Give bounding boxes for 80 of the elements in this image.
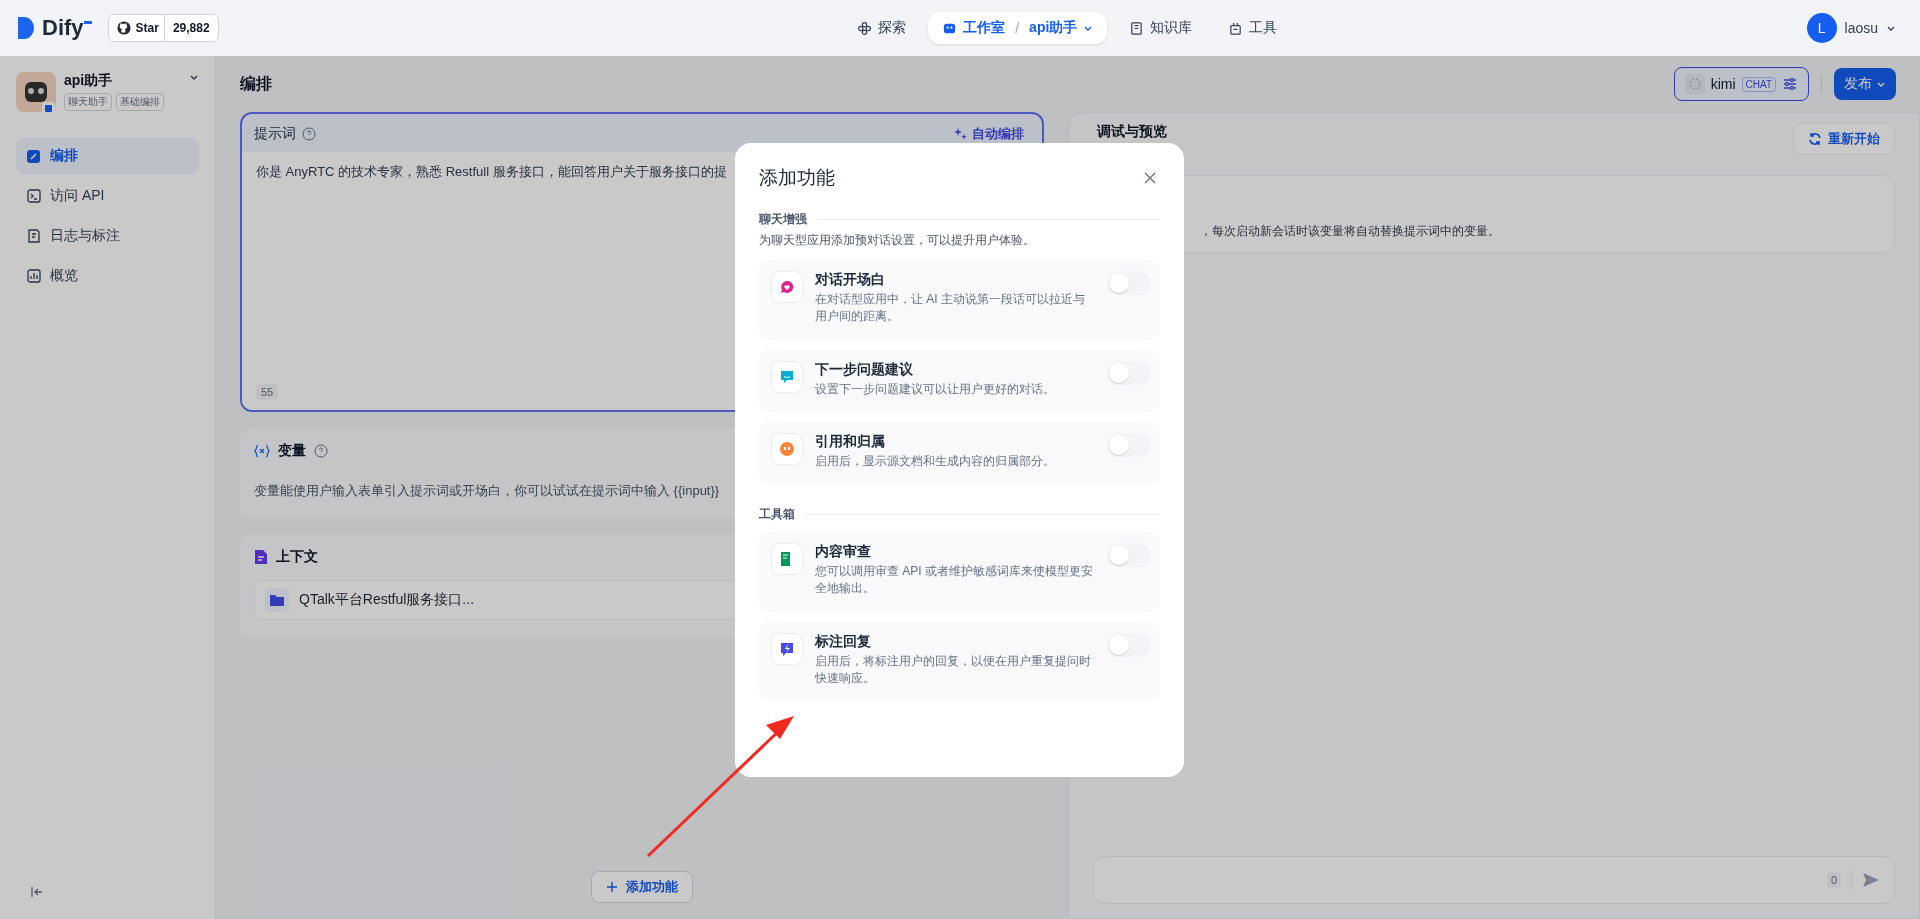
variable-icon <box>254 444 270 458</box>
mode-badge: CHAT <box>1741 76 1776 92</box>
feature-toggle[interactable] <box>1107 360 1151 385</box>
sidebar-item[interactable]: 日志与标注 <box>16 218 199 254</box>
section-description: 为聊天型应用添加预对话设置，可以提升用户体验。 <box>759 232 1036 249</box>
app-tag: 基础编排 <box>116 93 164 111</box>
logo-text: Dify <box>42 15 84 41</box>
explore-icon <box>857 20 873 36</box>
add-feature-button[interactable]: 添加功能 <box>591 871 693 903</box>
github-star-button[interactable]: Star 29,882 <box>107 14 219 42</box>
sidebar-item[interactable]: 访问 API <box>16 178 199 214</box>
send-icon[interactable] <box>1862 871 1880 889</box>
feature-toggle[interactable] <box>1107 271 1151 295</box>
document-icon <box>26 228 42 244</box>
feature-toggle[interactable] <box>1107 433 1151 458</box>
feature-icon <box>771 632 803 665</box>
toolbox-icon <box>1228 20 1244 36</box>
prompt-title: 提示词 <box>254 125 296 143</box>
dialog-title: 添加功能 <box>759 166 835 190</box>
prompt-text[interactable]: 你是 AnyRTC 的技术专家，熟悉 Restfull 服务接口，能回答用户关于服务接口的提 <box>256 162 727 182</box>
folder-icon <box>265 588 289 612</box>
feature-icon <box>771 543 803 576</box>
nav-tab[interactable]: 工作室 / api助手 <box>928 12 1108 44</box>
character-count: 0 <box>1826 872 1841 888</box>
book-icon <box>1129 20 1145 36</box>
help-icon <box>302 127 316 141</box>
close-icon[interactable] <box>1144 172 1156 184</box>
nav-tab[interactable]: 知识库 <box>1115 12 1207 44</box>
restart-button[interactable]: 重新开始 <box>1793 123 1895 155</box>
feature-description: 启用后，将标注用户的回复，以便在用户重复提问时快速响应。 <box>815 652 1092 687</box>
feature-description: 启用后，显示源文档和生成内容的归属部分。 <box>815 453 1056 471</box>
collapse-icon[interactable] <box>30 885 44 899</box>
model-icon <box>1684 74 1705 94</box>
help-icon <box>314 444 328 458</box>
feature-title: 对话开场白 <box>815 271 886 289</box>
star-label: Star <box>135 21 159 35</box>
model-selector[interactable]: kimi CHAT <box>1673 67 1809 101</box>
sidebar-item[interactable]: 编排 <box>16 138 199 174</box>
section-title: 聊天增强 <box>759 211 807 228</box>
feature-title: 标注回复 <box>815 632 872 651</box>
document-icon <box>254 549 268 565</box>
feature-icon <box>771 360 803 393</box>
github-icon <box>116 21 131 35</box>
sparkle-icon <box>954 127 968 141</box>
edit-icon <box>26 148 42 164</box>
variables-description: 变量能使用户输入表单引入提示词或开场白，你可以试试在提示词中输入 {{input}} <box>254 482 721 500</box>
context-title: 上下文 <box>276 548 318 566</box>
feature-toggle[interactable] <box>1107 543 1151 568</box>
app-tag: 聊天助手 <box>64 93 112 111</box>
feature-icon <box>771 271 803 303</box>
user-name[interactable]: laosu <box>1844 20 1878 36</box>
star-count: 29,882 <box>163 15 218 41</box>
section-title: 工具箱 <box>759 506 795 524</box>
chat-input-field[interactable]: 0 <box>1093 856 1895 904</box>
app-name[interactable]: api助手 <box>64 72 181 90</box>
user-avatar[interactable]: L <box>1806 13 1837 43</box>
feature-toggle[interactable] <box>1107 632 1151 657</box>
plus-icon <box>606 881 618 893</box>
feature-icon <box>771 433 803 466</box>
feature-description: 在对话型应用中，让 AI 主动说第一段话可以拉近与用户间的距离。 <box>815 291 1086 325</box>
feature-title: 下一步问题建议 <box>815 360 914 379</box>
nav-tab[interactable]: 工具 <box>1214 12 1292 44</box>
page-title: 编排 <box>240 73 273 94</box>
refresh-icon <box>1808 132 1822 146</box>
auto-arrange-button[interactable]: 自动编排 <box>948 124 1030 144</box>
character-count: 55 <box>256 384 279 400</box>
feature-title: 内容审查 <box>815 543 872 562</box>
feature-description: 设置下一步问题建议可以让用户更好的对话。 <box>815 380 1056 398</box>
nav-tab[interactable]: 探索 <box>843 12 921 44</box>
feature-description: 您可以调用审查 API 或者维护敏感词库来使模型更安全地输出。 <box>815 563 1094 597</box>
variables-note: ，每次启动新会话时该变量将自动替换提示词中的变量。 <box>1200 223 1500 240</box>
feature-title: 引用和归属 <box>815 433 886 452</box>
logo-icon <box>18 17 34 39</box>
sliders-icon <box>1782 76 1798 92</box>
debug-title: 调试与预览 <box>1097 123 1167 141</box>
publish-button[interactable]: 发布 <box>1834 68 1896 100</box>
chart-icon <box>26 268 42 284</box>
sidebar-item[interactable]: 概览 <box>16 258 199 294</box>
variables-title: 变量 <box>278 442 306 460</box>
terminal-icon <box>26 188 42 204</box>
